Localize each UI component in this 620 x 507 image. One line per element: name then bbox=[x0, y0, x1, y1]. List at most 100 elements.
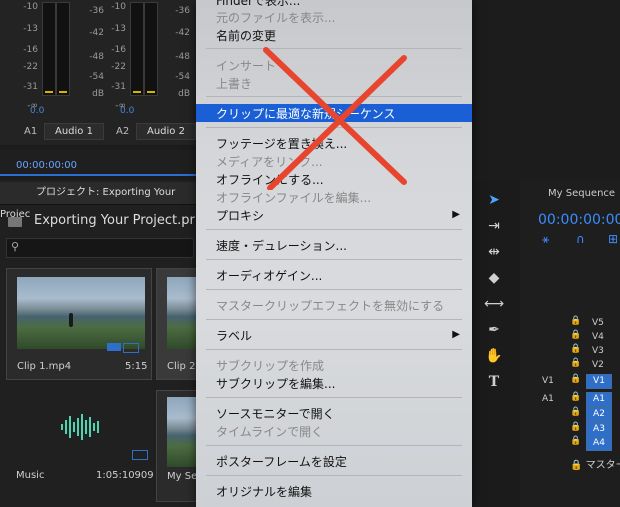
track-target-button[interactable]: A2 bbox=[586, 407, 612, 422]
menu-item-overwrite[interactable]: 上書き bbox=[216, 75, 252, 92]
menu-separator bbox=[206, 475, 462, 476]
media-item[interactable]: My Seq bbox=[156, 390, 204, 502]
magnet-icon[interactable]: ∩ bbox=[576, 232, 585, 246]
channel-label: A1 bbox=[24, 126, 38, 137]
meter-scale-tick: -42 bbox=[89, 28, 104, 38]
audio-badge-icon bbox=[132, 450, 148, 460]
meter-scale-tick: -48 bbox=[175, 52, 190, 62]
lock-icon[interactable]: 🔒 bbox=[570, 392, 581, 402]
audio-meter-right bbox=[130, 2, 144, 96]
clip-name: Music bbox=[16, 470, 45, 481]
audio-badge-icon bbox=[123, 343, 139, 353]
audio-meters-panel: -10 -13 -16 -22 -31 -∞ -36 -42 -48 -54 d… bbox=[0, 0, 196, 145]
audio-waveform-icon bbox=[58, 412, 104, 442]
lock-icon[interactable]: 🔒 bbox=[570, 316, 581, 326]
marker-icon[interactable]: ⊞ bbox=[608, 232, 618, 246]
menu-item-label[interactable]: ラベル bbox=[216, 327, 252, 344]
track-label: V3 bbox=[592, 346, 604, 356]
meter-scale-tick: -13 bbox=[111, 24, 126, 34]
sequence-timecode[interactable]: 00:00:00:00 bbox=[538, 212, 620, 228]
lock-icon[interactable]: 🔒 bbox=[570, 344, 581, 354]
channel-label: A2 bbox=[116, 126, 130, 137]
video-badge-icon bbox=[107, 343, 121, 351]
menu-separator bbox=[206, 229, 462, 230]
menu-item-reveal-in-finder[interactable]: Finderで表示... bbox=[216, 0, 300, 9]
lock-icon[interactable]: 🔒 bbox=[570, 358, 581, 368]
search-icon: ⚲ bbox=[11, 240, 20, 253]
meter-scale-tick: dB bbox=[178, 89, 190, 99]
audio-meter-left-2 bbox=[56, 2, 70, 96]
meter-scale-tick: -16 bbox=[111, 45, 126, 55]
lock-icon[interactable]: 🔒 bbox=[570, 374, 581, 384]
menu-item-disable-master-clip-effects[interactable]: マスタークリップエフェクトを無効にする bbox=[216, 297, 444, 314]
menu-separator bbox=[206, 289, 462, 290]
meter-scale-tick: -10 bbox=[111, 2, 126, 12]
track-label: V5 bbox=[592, 318, 604, 328]
master-track: 🔒 マスター bbox=[570, 456, 620, 471]
selection-tool-icon[interactable]: ➤ bbox=[483, 189, 505, 211]
menu-item-proxy[interactable]: プロキシ bbox=[216, 207, 264, 224]
menu-item-audio-gain[interactable]: オーディオゲイン... bbox=[216, 267, 322, 284]
menu-separator bbox=[206, 259, 462, 260]
track-target-button[interactable]: A1 bbox=[586, 392, 612, 407]
clip-thumbnail bbox=[17, 277, 145, 349]
menu-item-edit-offline[interactable]: オフラインファイルを編集... bbox=[216, 189, 371, 206]
channel-name-button[interactable]: Audio 1 bbox=[44, 123, 104, 140]
track-target-button[interactable]: A4 bbox=[586, 436, 612, 451]
submenu-arrow-icon: ▶ bbox=[452, 209, 460, 220]
peak-value: 0.0 bbox=[120, 106, 135, 116]
channel-name-button[interactable]: Audio 2 bbox=[136, 123, 196, 140]
menu-separator bbox=[206, 319, 462, 320]
project-panel: プロジェクト: Exporting Your Projec Exporting … bbox=[0, 180, 208, 507]
menu-item-open-in-timeline[interactable]: タイムラインで開く bbox=[216, 423, 323, 440]
meter-scale-tick: -22 bbox=[111, 62, 126, 72]
razor-tool-icon[interactable]: ◆ bbox=[483, 267, 505, 289]
menu-item-set-poster-frame[interactable]: ポスターフレームを設定 bbox=[216, 453, 347, 470]
source-patch-label: A1 bbox=[542, 394, 554, 404]
audio-meter-left bbox=[42, 2, 56, 96]
slip-tool-icon[interactable]: ⟷ bbox=[483, 293, 505, 315]
context-menu: Finderで表示... 元のファイルを表示... 名前の変更 インサート 上書… bbox=[196, 0, 472, 507]
menu-item-make-subclip[interactable]: サブクリップを作成 bbox=[216, 357, 324, 374]
project-file-name: Exporting Your Project.prpr bbox=[34, 213, 209, 228]
menu-item-edit-subclip[interactable]: サブクリップを編集... bbox=[216, 375, 335, 392]
peak-value: 0.0 bbox=[30, 106, 45, 116]
lock-icon[interactable]: 🔒 bbox=[570, 422, 581, 432]
lock-icon[interactable]: 🔒 bbox=[570, 436, 581, 446]
project-tab[interactable]: プロジェクト: Exporting Your Projec bbox=[0, 182, 196, 220]
menu-item-reveal-original[interactable]: 元のファイルを表示... bbox=[216, 9, 335, 26]
submenu-arrow-icon: ▶ bbox=[452, 329, 460, 340]
meter-scale-tick: -36 bbox=[89, 6, 104, 16]
track-select-tool-icon[interactable]: ⇥ bbox=[483, 215, 505, 237]
menu-item-open-in-source-monitor[interactable]: ソースモニターで開く bbox=[216, 405, 335, 422]
meter-scale-tick: dB bbox=[92, 89, 104, 99]
track-target-button[interactable]: V1 bbox=[586, 374, 612, 389]
lock-icon[interactable]: 🔒 bbox=[570, 407, 581, 417]
track-target-button[interactable]: A3 bbox=[586, 422, 612, 437]
media-item[interactable]: Music 1:05:10909 bbox=[6, 390, 154, 500]
meter-scale-tick: -54 bbox=[175, 72, 190, 82]
menu-item-edit-original[interactable]: オリジナルを編集 bbox=[216, 483, 312, 500]
meter-scale-tick: -36 bbox=[175, 6, 190, 16]
track-label: V4 bbox=[592, 332, 604, 342]
sequence-title[interactable]: My Sequence bbox=[548, 188, 615, 199]
meter-scale-tick: -10 bbox=[23, 2, 38, 12]
track-label: V2 bbox=[592, 360, 604, 370]
menu-separator bbox=[206, 445, 462, 446]
source-patch-label: V1 bbox=[542, 376, 554, 386]
clip-duration: 5:15 bbox=[125, 361, 148, 372]
meter-scale-tick: -16 bbox=[23, 45, 38, 55]
master-label: マスター bbox=[585, 460, 620, 471]
snap-icon[interactable]: ⚹ bbox=[542, 232, 549, 247]
media-item[interactable]: Clip 1.mp4 5:15 bbox=[6, 268, 152, 380]
lock-icon[interactable]: 🔒 bbox=[570, 460, 582, 471]
search-input[interactable]: ⚲ bbox=[6, 238, 194, 258]
lock-icon[interactable]: 🔒 bbox=[570, 330, 581, 340]
meter-scale-tick: -48 bbox=[89, 52, 104, 62]
menu-item-speed-duration[interactable]: 速度・デュレーション... bbox=[216, 237, 347, 254]
media-item[interactable]: Clip 2.m bbox=[156, 268, 208, 380]
meter-scale-tick: -42 bbox=[175, 28, 190, 38]
timecode-bar: 00:00:00:00 bbox=[0, 150, 196, 176]
ripple-edit-tool-icon[interactable]: ⇹ bbox=[483, 241, 505, 263]
timecode-display[interactable]: 00:00:00:00 bbox=[16, 160, 77, 171]
